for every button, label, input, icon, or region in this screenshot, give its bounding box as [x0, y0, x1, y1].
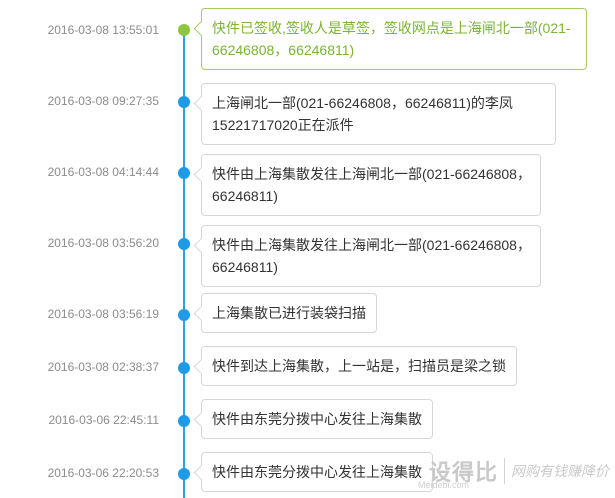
event-text-line: 快件由东莞分拨中心发往上海集散 [212, 411, 422, 427]
event-text-line: 快件已签收,签收人是草签，签收网点是上海闸北一部(021- [212, 20, 571, 36]
timeline-dot [178, 238, 190, 250]
event-text-line: 快件到达上海集散，上一站是，扫描员是梁之锁 [212, 358, 506, 374]
event-text-line: 上海集散已进行装袋扫描 [212, 305, 366, 321]
event-time: 2016-03-06 22:45:11 [48, 413, 159, 427]
timeline-dot [178, 167, 190, 179]
watermark: 设得比 网购有钱赚降价 Meidebi.com [418, 454, 609, 490]
event-time: 2016-03-08 13:55:01 [47, 23, 159, 37]
event-bubble: 快件由东莞分拨中心发往上海集散 [201, 399, 433, 439]
event-text-line: 上海闸北一部(021-66246808，66246811)的李凤 [212, 95, 513, 111]
tracking-timeline: 2016-03-08 13:55:01 快件已签收,签收人是草签，签收网点是上海… [0, 0, 615, 498]
watermark-site: Meidebi.com [417, 480, 469, 490]
event-text-line: 66246808，66246811) [212, 42, 355, 58]
watermark-slogan: 网购有钱赚降价 [511, 463, 609, 479]
event-bubble: 上海集散已进行装袋扫描 [201, 293, 377, 333]
event-bubble: 快件由上海集散发往上海闸北一部(021-66246808， 66246811) [201, 225, 541, 287]
event-bubble: 快件已签收,签收人是草签，签收网点是上海闸北一部(021- 66246808，6… [201, 8, 587, 70]
event-time: 2016-03-08 02:38:37 [47, 360, 159, 374]
event-bubble: 快件到达上海集散，上一站是，扫描员是梁之锁 [201, 346, 517, 386]
event-bubble: 快件由上海集散发往上海闸北一部(021-66246808， 66246811) [201, 154, 541, 216]
timeline-dot-latest [178, 24, 190, 36]
timeline-dot [178, 309, 190, 321]
event-time: 2016-03-08 09:27:35 [47, 94, 159, 108]
event-time: 2016-03-08 03:56:19 [47, 307, 159, 321]
event-text-line: 快件由东莞分拨中心发往上海集散 [212, 464, 422, 480]
timeline-dot [178, 415, 190, 427]
timeline-dot [178, 96, 190, 108]
timeline-dot [178, 468, 190, 480]
event-time: 2016-03-08 04:14:44 [47, 165, 159, 179]
timeline-dot [178, 362, 190, 374]
event-bubble: 快件由东莞分拨中心发往上海集散 [201, 452, 433, 492]
event-text-line: 66246811) [212, 188, 278, 204]
event-text-line: 快件由上海集散发往上海闸北一部(021-66246808， [212, 237, 531, 253]
event-text-line: 快件由上海集散发往上海闸北一部(021-66246808， [212, 166, 531, 182]
event-bubble: 上海闸北一部(021-66246808，66246811)的李凤 1522171… [201, 83, 556, 145]
watermark-divider [504, 458, 505, 484]
event-time: 2016-03-08 03:56:20 [47, 236, 159, 250]
event-text-line: 66246811) [212, 259, 278, 275]
event-time: 2016-03-06 22:20:53 [47, 466, 159, 480]
event-text-line: 15221717020正在派件 [212, 117, 354, 133]
